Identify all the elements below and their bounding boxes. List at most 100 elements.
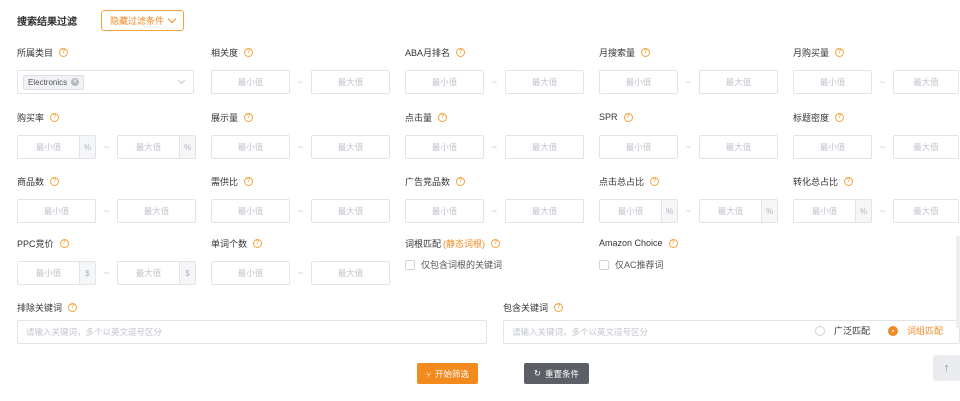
root-match-label-accent: (静态词根) <box>443 238 486 249</box>
category-field: 所属类目? Electronics ✕ <box>17 45 194 94</box>
question-circle-icon[interactable]: ? <box>59 238 69 248</box>
clicks-max-input[interactable]: 最大值 <box>505 135 584 159</box>
supply-demand-max-input[interactable]: 最大值 <box>311 199 390 223</box>
title-density-max-input[interactable]: 最大值 <box>893 135 959 159</box>
title-density-min-input[interactable]: 最小值 <box>793 135 872 159</box>
relevance-label: 相关度 <box>211 47 239 58</box>
checkbox-box[interactable] <box>599 259 609 270</box>
range-separator: ~ <box>297 77 304 87</box>
question-circle-icon[interactable]: ? <box>835 112 845 122</box>
click-share-min-input[interactable]: 最小值% <box>599 199 678 223</box>
start-filter-button[interactable]: ⑂ 开始筛选 <box>417 363 478 384</box>
root-match-field: 词根匹配 (静态词根)? 仅包含词根的关键词 <box>405 236 502 270</box>
category-tag-label: Electronics <box>28 77 68 87</box>
question-circle-icon[interactable]: ? <box>59 47 69 57</box>
question-circle-icon[interactable]: ? <box>244 176 254 186</box>
question-circle-icon[interactable]: ? <box>253 238 263 248</box>
percent-suffix: % <box>661 200 677 222</box>
ad-competitors-min-input[interactable]: 最小值 <box>405 199 484 223</box>
spr-max-input[interactable]: 最大值 <box>699 135 778 159</box>
percent-suffix: % <box>79 136 95 158</box>
monthly-purchase-min-input[interactable]: 最小值 <box>793 70 872 94</box>
range-separator: ~ <box>491 77 498 87</box>
aba-rank-max-input[interactable]: 最大值 <box>505 70 584 94</box>
question-circle-icon[interactable]: ? <box>491 238 501 248</box>
exclude-keywords-input[interactable]: 请输入关键词，多个以英文逗号区分 <box>17 320 487 344</box>
product-count-label: 商品数 <box>17 176 45 187</box>
product-count-max-input[interactable]: 最大值 <box>117 199 196 223</box>
purchase-rate-min-input[interactable]: 最小值% <box>17 135 96 159</box>
product-count-min-input[interactable]: 最小值 <box>17 199 96 223</box>
impressions-field: 展示量? 最小值 ~ 最大值 <box>211 110 390 159</box>
question-circle-icon[interactable]: ? <box>835 47 845 57</box>
ac-only-label: 仅AC推荐词 <box>615 260 664 270</box>
filter-header: 搜索结果过滤 隐藏过滤条件 <box>17 9 185 31</box>
word-count-min-input[interactable]: 最小值 <box>211 261 290 285</box>
aba-rank-min-input[interactable]: 最小值 <box>405 70 484 94</box>
conversion-share-max-input[interactable]: 最大值 <box>893 199 959 223</box>
root-match-label: 词根匹配 <box>405 238 442 249</box>
question-circle-icon[interactable]: ? <box>844 176 854 186</box>
question-circle-icon[interactable]: ? <box>623 112 633 122</box>
question-circle-icon[interactable]: ? <box>244 47 254 57</box>
question-circle-icon[interactable]: ? <box>456 176 466 186</box>
category-select[interactable]: Electronics ✕ <box>17 70 194 94</box>
monthly-search-min-input[interactable]: 最小值 <box>599 70 678 94</box>
range-separator: ~ <box>297 268 304 278</box>
question-circle-icon[interactable]: ? <box>244 112 254 122</box>
click-share-max-input[interactable]: 最大值% <box>699 199 778 223</box>
ppc-bid-min-input[interactable]: 最小值 $ <box>17 261 96 285</box>
root-only-checkbox[interactable]: 仅包含词根的关键词 <box>405 258 502 271</box>
question-circle-icon[interactable]: ? <box>438 112 448 122</box>
checkbox-box[interactable] <box>405 259 415 270</box>
relevance-min-input[interactable]: 最小值 <box>211 70 290 94</box>
impressions-max-input[interactable]: 最大值 <box>311 135 390 159</box>
conversion-share-min-input[interactable]: 最小值% <box>793 199 872 223</box>
ppc-bid-max-input[interactable]: 最大值 $ <box>117 261 196 285</box>
range-separator: ~ <box>685 142 692 152</box>
question-circle-icon[interactable]: ? <box>456 47 466 57</box>
spr-min-input[interactable]: 最小值 <box>599 135 678 159</box>
phrase-match-radio[interactable]: 词组匹配 <box>888 324 943 337</box>
question-circle-icon[interactable]: ? <box>50 112 60 122</box>
close-icon[interactable]: ✕ <box>71 78 80 86</box>
monthly-search-max-input[interactable]: 最大值 <box>699 70 778 94</box>
reset-conditions-button[interactable]: ↻ 重置条件 <box>524 363 589 384</box>
impressions-min-input[interactable]: 最小值 <box>211 135 290 159</box>
filter-icon: ⑂ <box>425 368 432 379</box>
monthly-purchase-max-input[interactable]: 最大值 <box>893 70 959 94</box>
range-separator: ~ <box>103 142 110 152</box>
word-count-max-input[interactable]: 最大值 <box>311 261 390 285</box>
question-circle-icon[interactable]: ? <box>641 47 651 57</box>
purchase-rate-max-input[interactable]: 最大值% <box>117 135 196 159</box>
range-separator: ~ <box>685 206 692 216</box>
clicks-field: 点击量? 最小值 ~ 最大值 <box>405 110 584 159</box>
chevron-down-icon <box>177 76 186 85</box>
category-tag: Electronics ✕ <box>23 74 85 90</box>
broad-match-radio[interactable]: 广泛匹配 <box>815 324 870 337</box>
back-to-top-button[interactable]: ↑ <box>933 355 960 381</box>
spr-label: SPR <box>599 112 618 122</box>
phrase-match-label: 词组匹配 <box>907 326 944 336</box>
ac-only-checkbox[interactable]: 仅AC推荐词 <box>599 258 664 271</box>
chevron-down-icon <box>167 14 177 23</box>
reset-conditions-label: 重置条件 <box>545 368 580 379</box>
min-placeholder: 最小值 <box>35 268 62 278</box>
question-circle-icon[interactable]: ? <box>554 302 564 312</box>
question-circle-icon[interactable]: ? <box>650 176 660 186</box>
relevance-max-input[interactable]: 最大值 <box>311 70 390 94</box>
question-circle-icon[interactable]: ? <box>668 238 678 248</box>
range-separator: ~ <box>879 206 886 216</box>
question-circle-icon[interactable]: ? <box>68 302 78 312</box>
radio-circle[interactable] <box>815 325 825 336</box>
max-placeholder: 最大值 <box>135 268 162 278</box>
clicks-min-input[interactable]: 最小值 <box>405 135 484 159</box>
question-circle-icon[interactable]: ? <box>50 176 60 186</box>
amazon-choice-label: Amazon Choice <box>599 238 663 248</box>
exclude-keywords-label: 排除关键词 <box>17 302 63 313</box>
hide-filters-button[interactable]: 隐藏过滤条件 <box>101 9 185 31</box>
supply-demand-min-input[interactable]: 最小值 <box>211 199 290 223</box>
range-separator: ~ <box>491 142 498 152</box>
ad-competitors-max-input[interactable]: 最大值 <box>505 199 584 223</box>
radio-circle-selected[interactable] <box>888 325 899 336</box>
